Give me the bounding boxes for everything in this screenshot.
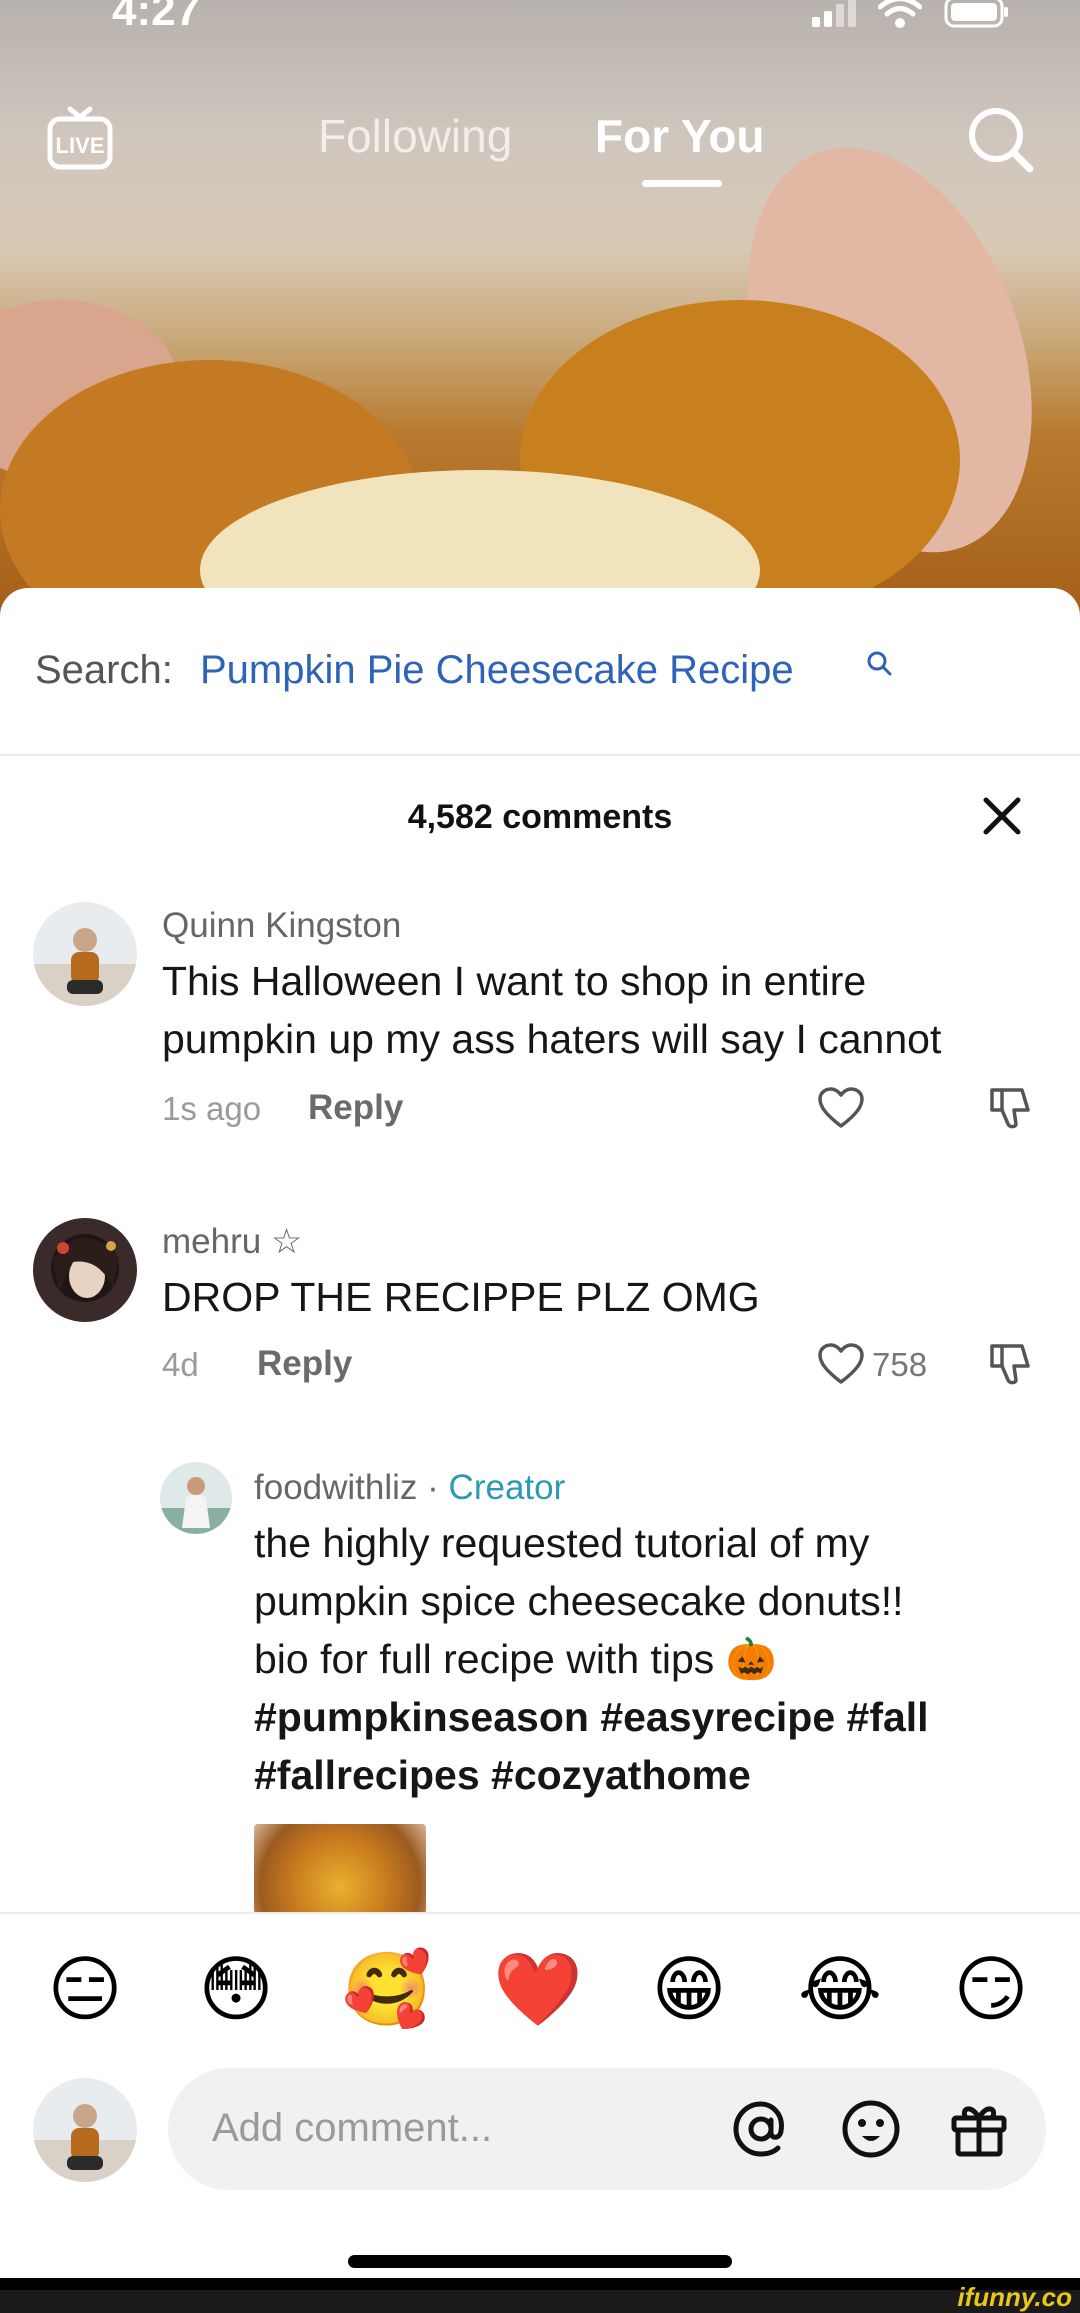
wifi-icon xyxy=(878,0,922,28)
comments-count: 4,582 comments xyxy=(407,798,673,836)
home-indicator[interactable] xyxy=(348,2255,732,2268)
comment-input-placeholder: Add comment... xyxy=(212,2106,493,2150)
comment-time: 1s ago xyxy=(162,1090,262,1127)
signal-icon xyxy=(812,0,856,27)
video-background[interactable]: 4:27 LIVE Following For You xyxy=(0,0,1080,620)
emoji-button[interactable]: 😁 xyxy=(644,1950,734,2030)
footer-bar xyxy=(0,2290,1080,2313)
creator-username-row: foodwithliz · Creator xyxy=(254,1468,565,1508)
like-count: 758 xyxy=(872,1346,928,1383)
comment-item: mehru ☆ DROP THE RECIPPE PLZ OMG 4d Repl… xyxy=(0,1218,1080,1408)
comment-text-line: DROP THE RECIPPE PLZ OMG xyxy=(162,1274,760,1320)
comment-text-line: bio for full recipe with tips 🎃 xyxy=(254,1636,777,1682)
status-time: 4:27 xyxy=(112,0,201,35)
comment-input[interactable]: Add comment... xyxy=(168,2068,1046,2190)
hashtag-line[interactable]: #fallrecipes #cozyathome xyxy=(254,1746,751,1804)
comment-text-line: pumpkin spice cheesecake donuts!! xyxy=(254,1578,904,1624)
status-icons xyxy=(812,0,1010,28)
search-mini-icon xyxy=(867,651,892,676)
comment-text-line: the highly requested tutorial of my xyxy=(254,1520,870,1566)
svg-text:LIVE: LIVE xyxy=(56,133,105,158)
comment-text-line: pumpkin up my ass haters will say I cann… xyxy=(162,1016,942,1062)
close-icon[interactable] xyxy=(982,796,1022,836)
avatar[interactable] xyxy=(33,902,137,1006)
live-icon[interactable]: LIVE xyxy=(44,103,116,175)
comment-text-line: This Halloween I want to shop in entire xyxy=(162,958,867,1004)
comment-time: 4d xyxy=(162,1346,199,1383)
reply-button[interactable]: Reply xyxy=(257,1344,352,1384)
at-icon[interactable] xyxy=(730,2098,792,2160)
comment-username[interactable]: Quinn Kingston xyxy=(162,906,401,946)
creator-reply: foodwithliz · Creator the highly request… xyxy=(0,1462,1080,1914)
avatar[interactable] xyxy=(160,1462,232,1534)
video-thumbnail[interactable] xyxy=(254,1824,426,1914)
top-nav: LIVE Following For You xyxy=(0,95,1080,195)
reply-button[interactable]: Reply xyxy=(308,1088,403,1128)
heart-icon[interactable] xyxy=(817,1342,865,1386)
search-icon[interactable] xyxy=(966,105,1036,175)
watermark: ifunny.co xyxy=(957,2282,1072,2312)
comments-header: 4,582 comments xyxy=(0,756,1080,874)
search-suggestion[interactable]: Search: Pumpkin Pie Cheesecake Recipe xyxy=(0,588,1080,756)
emoji-button[interactable]: 🥰 xyxy=(342,1950,432,2030)
active-tab-indicator xyxy=(642,180,722,187)
current-user-avatar[interactable] xyxy=(33,2078,137,2182)
emoji-button[interactable]: 😏 xyxy=(946,1950,1036,2030)
comment-item: Quinn Kingston This Halloween I want to … xyxy=(0,902,1080,1192)
emoji-button[interactable]: 😳 xyxy=(191,1950,281,2030)
hashtag-line[interactable]: #pumpkinseason #easyrecipe #fall xyxy=(254,1688,929,1746)
emoji-button[interactable]: 😂 xyxy=(795,1950,885,2030)
search-prefix: Search: xyxy=(35,648,173,692)
comment-username[interactable]: mehru ☆ xyxy=(162,1222,302,1262)
heart-icon[interactable] xyxy=(817,1086,865,1130)
comment-username[interactable]: foodwithliz xyxy=(254,1468,417,1507)
emoji-button[interactable]: ❤️ xyxy=(493,1950,583,2030)
tab-following[interactable]: Following xyxy=(318,109,512,163)
search-query-link[interactable]: Pumpkin Pie Cheesecake Recipe xyxy=(200,648,794,693)
tab-for-you[interactable]: For You xyxy=(595,109,765,163)
separator-dot: · xyxy=(427,1468,439,1507)
comments-sheet: Search: Pumpkin Pie Cheesecake Recipe 4,… xyxy=(0,588,1080,2278)
smiley-icon[interactable] xyxy=(840,2098,902,2160)
creator-badge: Creator xyxy=(448,1468,566,1507)
gift-icon[interactable] xyxy=(948,2098,1010,2160)
battery-icon xyxy=(944,0,1008,28)
dislike-icon[interactable] xyxy=(988,1340,1034,1386)
emoji-button[interactable]: 😑 xyxy=(40,1950,130,2030)
dislike-icon[interactable] xyxy=(988,1084,1034,1130)
status-bar: 4:27 xyxy=(0,0,1080,40)
avatar[interactable] xyxy=(33,1218,137,1322)
